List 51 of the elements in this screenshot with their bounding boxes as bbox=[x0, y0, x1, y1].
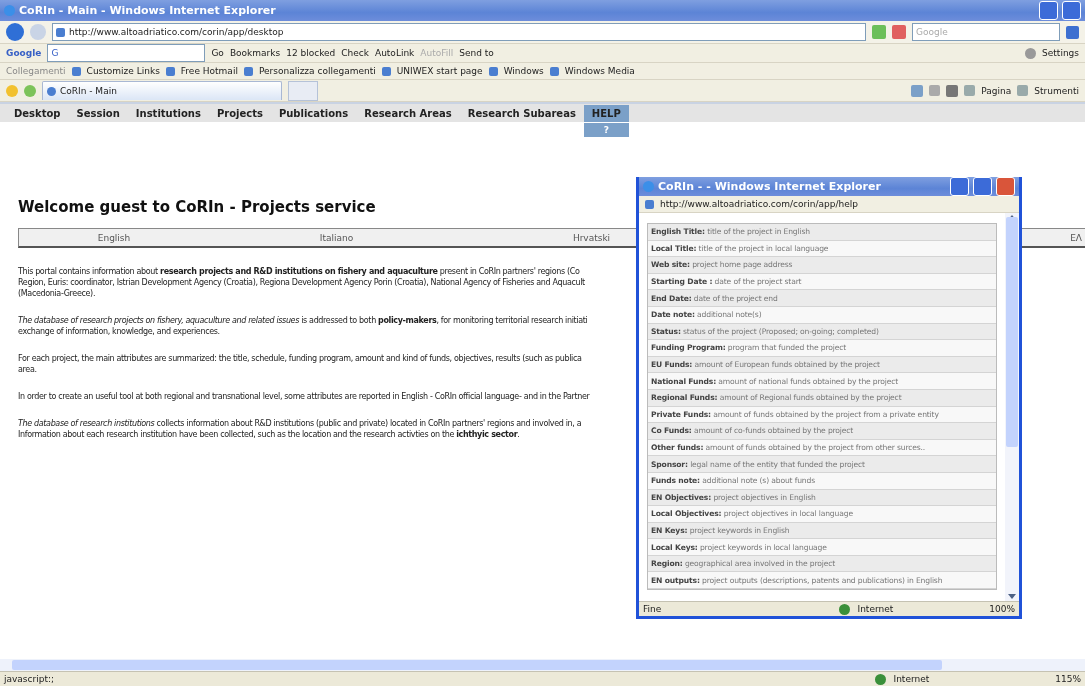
google-search-field[interactable]: G bbox=[47, 44, 206, 62]
link[interactable]: UNIWEX start page bbox=[396, 66, 483, 76]
zoom-level[interactable]: 100% bbox=[989, 604, 1015, 614]
paragraph-line: exchange of information, knowledge, and experiences. bbox=[18, 326, 220, 337]
paragraph-line: Region, Euris: coordinator, Istrian Development Agency (Croatia), Regiona Development Agency Porin (Croatia), National Agency of Fisheries and Aquacult bbox=[18, 277, 585, 288]
toolbar-button[interactable]: Go bbox=[211, 48, 224, 58]
menu-item[interactable]: Research Areas bbox=[356, 104, 460, 122]
zoom-level[interactable]: 115% bbox=[1055, 674, 1081, 684]
command-button[interactable]: Strumenti bbox=[1034, 85, 1079, 96]
paragraph-line: Information about each research institution have been collected, such as the location and the research activties on the ichthyic sector. bbox=[18, 429, 520, 440]
toolbar-button[interactable]: Bookmarks bbox=[229, 48, 281, 58]
zone-label: Internet bbox=[893, 674, 930, 684]
link[interactable]: Windows Media bbox=[564, 66, 635, 76]
settings-button[interactable]: Settings bbox=[1042, 48, 1079, 58]
menu-item[interactable]: Projects bbox=[208, 104, 271, 122]
language-link[interactable]: Italiano bbox=[209, 232, 464, 243]
browser-tab[interactable]: CoRIn - Main bbox=[42, 81, 282, 100]
popup-title: CoRIn - - Windows Internet Explorer bbox=[658, 180, 882, 193]
status-text: javascript:; bbox=[4, 674, 54, 684]
toolbar-button[interactable]: 12 blocked bbox=[286, 48, 336, 58]
menu-item[interactable]: Institutions bbox=[127, 104, 209, 122]
link[interactable]: Customize Links bbox=[86, 66, 160, 76]
paragraph-line: area. bbox=[18, 364, 37, 375]
link[interactable]: Personalizza collegamenti bbox=[258, 66, 376, 76]
toolbar-button[interactable]: Check bbox=[341, 48, 369, 58]
menu-item[interactable]: Publications bbox=[270, 104, 357, 122]
menu-item[interactable]: Desktop bbox=[6, 104, 69, 122]
paragraph-line: The database of research institutions collects information about R&D institutions (public and private) located in CoRIn partners' regions and involved in, a bbox=[18, 418, 582, 429]
language-link[interactable]: English bbox=[19, 232, 209, 243]
menu-item[interactable]: Research Subareas bbox=[459, 104, 584, 122]
paragraph-line: The database of research projects on fishery, aquaculture and related issues is addressed to both policy-makers, for monitoring territorial research initiati bbox=[18, 315, 588, 326]
link[interactable]: Windows bbox=[503, 66, 544, 76]
paragraph-line: This portal contains information about research projects and R&D institutions on fishery and aquaculture present in CoRIn partners' regions (Co bbox=[18, 266, 580, 277]
page-heading: Welcome guest to CoRIn - Projects service bbox=[18, 198, 376, 216]
window-title: CoRIn - Main - Windows Internet Explorer bbox=[19, 4, 277, 17]
paragraph-line: For each project, the main attributes are summarized: the title, schedule, funding program, amount and kind of funds, objectives, results (such as publica bbox=[18, 353, 582, 364]
google-logo: Google bbox=[6, 48, 42, 58]
zone-label: Internet bbox=[857, 604, 894, 614]
popup-url: http://www.altoadriatico.com/corin/app/help bbox=[660, 199, 859, 209]
paragraph-line: (Macedonia-Greece). bbox=[18, 288, 96, 299]
link[interactable]: Free Hotmail bbox=[180, 66, 238, 76]
status-text: Fine bbox=[643, 604, 662, 614]
command-button[interactable]: Pagina bbox=[981, 85, 1012, 96]
paragraph-line: In order to create an useful tool at both regional and transnational level, some attributes are reported in English - CoRIn official language- and in the Partner bbox=[18, 391, 590, 402]
address-field[interactable]: http://www.altoadriatico.com/corin/app/desktop bbox=[52, 23, 866, 41]
address-url: http://www.altoadriatico.com/corin/app/desktop bbox=[69, 27, 284, 37]
menu-item[interactable]: Session bbox=[68, 104, 128, 122]
toolbar-button[interactable]: Send to bbox=[459, 48, 494, 58]
toolbar-button[interactable]: AutoLink bbox=[375, 48, 415, 58]
language-link[interactable]: EΛ bbox=[1066, 232, 1085, 243]
links-label: Collegamenti bbox=[6, 66, 66, 76]
